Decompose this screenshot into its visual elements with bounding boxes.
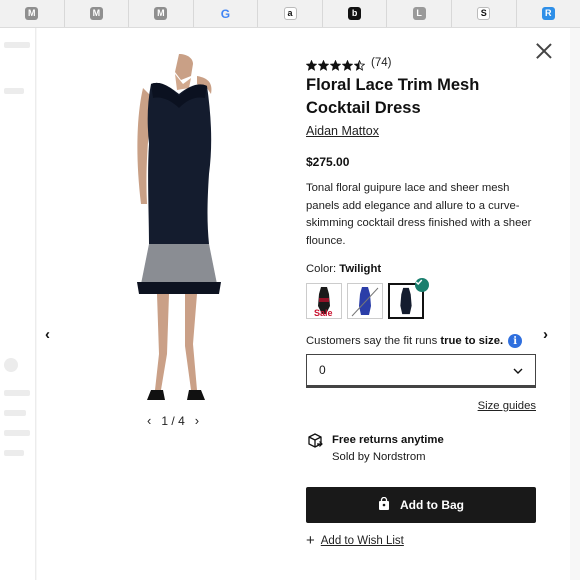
product-image[interactable] [127,54,237,404]
b-icon: b [348,7,362,20]
size-select[interactable]: 0 [306,354,536,388]
fit-note: Customers say the fit runs true to size.… [306,334,536,348]
next-product-arrow[interactable]: › [543,326,548,343]
l-icon: L [412,7,426,20]
add-to-bag-button[interactable]: Add to Bag [306,487,536,523]
add-to-wish-list-link[interactable]: + Add to Wish List [306,533,536,548]
wish-list-label: Add to Wish List [320,534,404,547]
medium-icon: M [89,7,103,20]
google-icon: G [220,6,231,21]
bookmarks-bar: M M M G a b L S R [0,0,580,28]
product-title: Floral Lace Trim Mesh Cocktail Dress [306,76,480,117]
bookmark-item[interactable]: b [323,0,388,27]
swatch-twilight[interactable] [388,278,429,319]
info-icon[interactable]: i [508,334,523,348]
product-info: (74) Floral Lace Trim Mesh Cocktail Dres… [305,56,536,548]
close-icon[interactable] [533,40,555,62]
shopping-bag-icon [378,496,390,514]
size-value: 0 [319,363,326,377]
amazon-icon: a [283,7,297,20]
chevron-right-icon[interactable]: › [195,413,199,428]
star-rating [305,58,366,71]
chevron-left-icon[interactable]: ‹ [147,413,151,428]
star-icon [329,58,342,71]
bookmark-item[interactable]: G [194,0,259,27]
sale-badge: Sale [314,308,333,318]
star-icon [353,58,366,71]
bookmark-item[interactable]: R [517,0,580,27]
color-swatches: Sale [306,278,536,319]
pager-text: 1 / 4 [161,413,185,428]
medium-icon: M [25,7,39,20]
check-icon [415,278,429,292]
plus-icon: + [306,532,315,549]
star-icon [341,58,354,71]
chevron-down-icon [513,363,523,377]
bookmark-item[interactable]: M [129,0,194,27]
star-icon [305,58,318,71]
returns-box-icon [306,432,324,466]
bookmark-item[interactable]: L [387,0,452,27]
bookmark-item[interactable]: M [0,0,65,27]
product-price: $275.00 [306,155,350,169]
swatch-blue[interactable] [347,283,383,319]
sold-by: Sold by Nordstrom [332,451,426,463]
color-label: Color: Twilight [306,263,382,275]
rating-row[interactable]: (74) [305,57,536,71]
review-count: (74) [371,57,392,69]
r-icon: R [541,7,555,20]
bookmark-item[interactable]: S [452,0,517,27]
previous-product-arrow[interactable]: ‹ [45,326,50,343]
product-description: Tonal floral guipure lace and sheer mesh… [306,182,532,247]
background-page [0,28,36,580]
s-icon: S [477,7,491,20]
add-to-bag-label: Add to Bag [400,498,464,512]
swatch-black-red[interactable]: Sale [306,283,342,319]
medium-icon: M [154,7,168,20]
product-quick-view-modal: ‹ › ‹ 1 / 4 › (74) Floral Lace Trim Mesh… [37,28,570,580]
returns-title: Free returns anytime [332,434,444,446]
returns-info: Free returns anytime Sold by Nordstrom [306,432,536,466]
bookmark-item[interactable]: M [65,0,130,27]
brand-link[interactable]: Aidan Mattox [306,124,379,138]
bookmark-item[interactable]: a [258,0,323,27]
star-icon [317,58,330,71]
selected-color: Twilight [339,263,382,275]
image-pager: ‹ 1 / 4 › [147,413,199,428]
size-guides-link[interactable]: Size guides [306,400,536,412]
